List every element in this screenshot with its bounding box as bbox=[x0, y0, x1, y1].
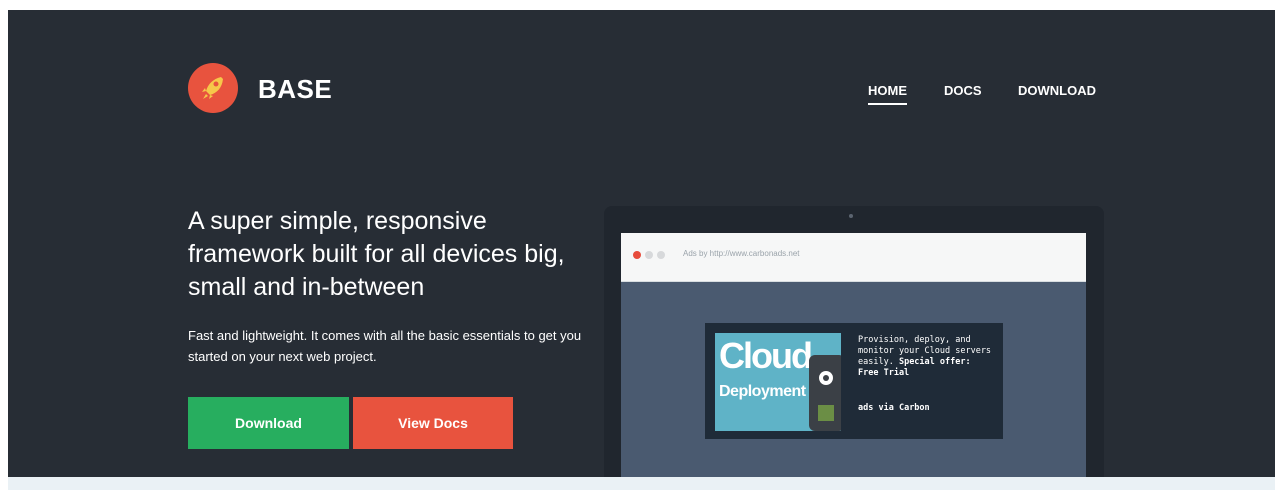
nav-home[interactable]: HOME bbox=[868, 83, 907, 105]
carbon-ad[interactable]: Cloud Deployment Provision, deploy, and … bbox=[705, 323, 1003, 439]
nav-download[interactable]: DOWNLOAD bbox=[1018, 83, 1096, 98]
rocket-icon bbox=[202, 77, 223, 99]
next-section-edge bbox=[8, 477, 1275, 490]
phone-button-icon bbox=[819, 371, 833, 385]
logo[interactable] bbox=[188, 63, 238, 113]
nav-docs[interactable]: DOCS bbox=[944, 83, 982, 98]
brand-name[interactable]: BASE bbox=[258, 74, 332, 105]
ad-via-prefix: ads via bbox=[858, 403, 894, 413]
hero-headline: A super simple, responsive framework bui… bbox=[188, 207, 565, 301]
close-dot-icon bbox=[633, 251, 641, 259]
hero-subtext: Fast and lightweight. It comes with all … bbox=[188, 328, 582, 364]
ad-via-name: Carbon bbox=[898, 403, 930, 413]
camera-dot bbox=[849, 214, 853, 218]
ad-text[interactable]: Provision, deploy, and monitor your Clou… bbox=[858, 335, 996, 379]
browser-bar: Ads by http://www.carbonads.net bbox=[621, 233, 1086, 282]
download-button[interactable]: Download bbox=[188, 397, 349, 449]
view-docs-button[interactable]: View Docs bbox=[353, 397, 513, 449]
ad-via[interactable]: ads via Carbon bbox=[858, 403, 930, 413]
device-mockup: Ads by http://www.carbonads.net Cloud De… bbox=[604, 206, 1104, 477]
maximize-dot-icon bbox=[657, 251, 665, 259]
url-text: Ads by http://www.carbonads.net bbox=[683, 249, 800, 258]
phone-icon bbox=[809, 355, 841, 431]
ad-image-title: Cloud bbox=[719, 335, 813, 376]
hero-section: BASE HOME DOCS DOWNLOAD A super simple, … bbox=[8, 10, 1275, 477]
ad-image-subtitle: Deployment bbox=[719, 383, 806, 400]
ad-image[interactable]: Cloud Deployment bbox=[715, 333, 841, 431]
minimize-dot-icon bbox=[645, 251, 653, 259]
device-screen: Ads by http://www.carbonads.net Cloud De… bbox=[621, 233, 1086, 477]
grid-icon bbox=[818, 405, 834, 421]
